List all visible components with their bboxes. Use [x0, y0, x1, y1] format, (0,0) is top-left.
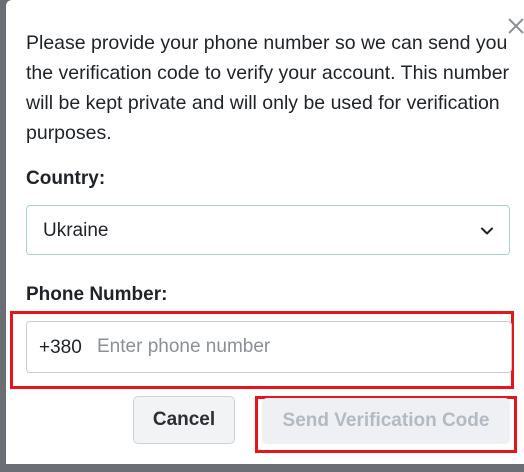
verification-message: Please provide your phone number so we c… — [26, 32, 510, 144]
country-label: Country: — [26, 168, 106, 189]
phone-number-label: Phone Number: — [26, 284, 168, 305]
verification-dialog: Please provide your phone number so we c… — [6, 0, 524, 464]
country-select[interactable]: Ukraine — [26, 205, 510, 255]
country-code-prefix: +380 — [39, 337, 82, 358]
phone-number-field[interactable]: +380 — [26, 321, 512, 373]
send-verification-code-button[interactable]: Send Verification Code — [262, 398, 510, 444]
cancel-button[interactable]: Cancel — [133, 396, 235, 444]
chevron-down-icon — [481, 227, 493, 235]
country-selected-value: Ukraine — [43, 220, 109, 241]
phone-number-input[interactable] — [97, 330, 497, 364]
